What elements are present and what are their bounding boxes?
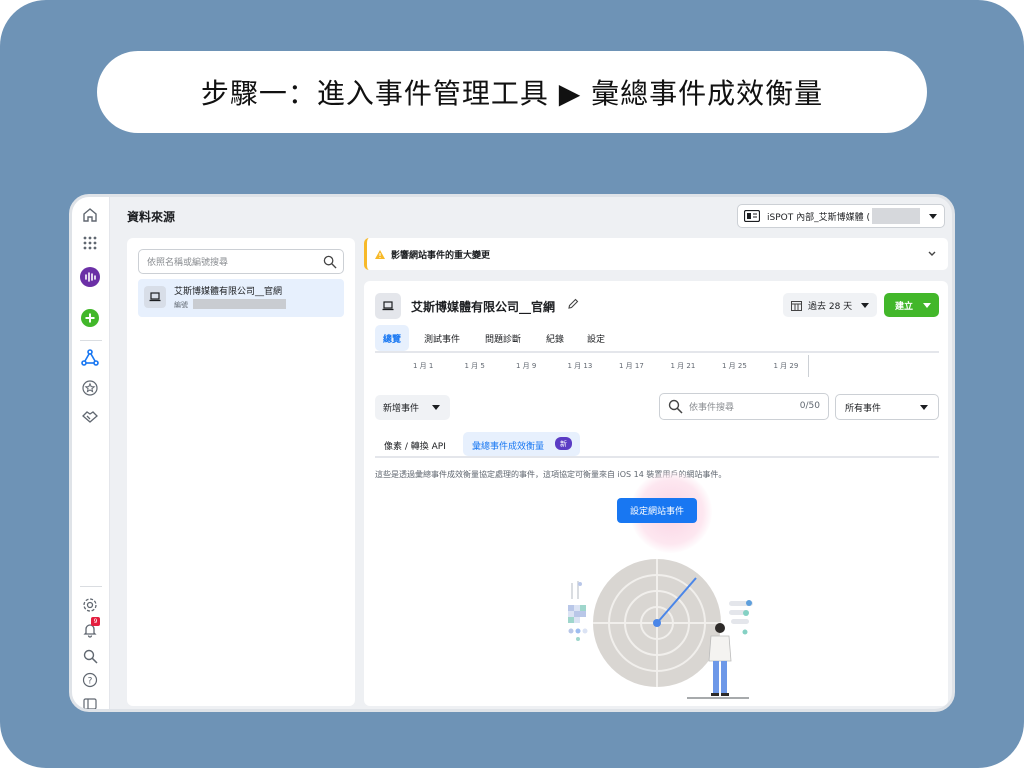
laptop-icon bbox=[144, 286, 166, 308]
subtab-pixel-conversions-api[interactable]: 像素 / 轉換 API bbox=[384, 439, 446, 452]
handshake-icon[interactable] bbox=[80, 407, 100, 427]
data-source-search-input[interactable]: 依照名稱或編號搜尋 bbox=[138, 249, 344, 274]
timeline-tick-label: 1 月 9 bbox=[516, 362, 537, 370]
subtab-aem-label: 彙總事件成效衡量 bbox=[472, 442, 545, 452]
date-range-label: 過去 28 天 bbox=[808, 301, 853, 312]
rail-divider-bottom bbox=[80, 586, 102, 587]
chevron-down-icon bbox=[920, 405, 928, 410]
date-range-selector[interactable]: 過去 28 天 bbox=[783, 293, 877, 317]
timeline-tick-label: 1 月 29 bbox=[773, 362, 799, 370]
timeline-end-marker bbox=[808, 355, 809, 377]
slide-title-text: 步驟一：進入事件管理工具 ▶ 彙總事件成效衡量 bbox=[200, 77, 824, 110]
tab-history[interactable]: 紀錄 bbox=[546, 332, 564, 345]
data-grid-left bbox=[568, 581, 588, 641]
pixel-detail-panel: 艾斯博媒體有限公司__官網 過去 28 天 建立 總覽 測試事件 問題診斷 紀錄… bbox=[364, 281, 948, 706]
analytics-icon[interactable] bbox=[80, 267, 100, 287]
add-icon[interactable] bbox=[80, 308, 100, 328]
business-icon bbox=[744, 210, 760, 222]
configure-web-events-label: 設定網站事件 bbox=[629, 507, 684, 517]
expand-chevron-icon bbox=[928, 251, 936, 256]
notification-badge: 9 bbox=[91, 617, 100, 626]
search-icon bbox=[668, 399, 683, 414]
bell-icon[interactable]: 9 bbox=[80, 617, 100, 640]
edit-pencil-icon[interactable] bbox=[567, 298, 579, 310]
event-filter-label: 所有事件 bbox=[845, 403, 882, 414]
slide-title: 步驟一：進入事件管理工具 ▶ 彙總事件成效衡量 bbox=[97, 51, 927, 133]
timeline-tick-label: 1 月 5 bbox=[464, 362, 485, 370]
data-dots-right bbox=[729, 600, 753, 635]
event-search-placeholder: 依事件搜尋 bbox=[689, 403, 735, 413]
search-icon[interactable] bbox=[80, 646, 100, 666]
events-manager-window: 9 ? 資料來源 iSPOT 內部_艾斯博媒體 (依照名稱或編號搜尋 艾斯博媒… bbox=[69, 194, 955, 712]
data-source-panel: 依照名稱或編號搜尋 艾斯博媒體有限公司__官網 編號 bbox=[127, 238, 355, 706]
add-event-button[interactable]: 新增事件 bbox=[375, 395, 450, 420]
add-event-label: 新增事件 bbox=[383, 404, 420, 414]
redacted-block bbox=[871, 208, 920, 224]
tabs-divider bbox=[375, 351, 939, 353]
data-source-name: 艾斯博媒體有限公司__官網 bbox=[174, 287, 283, 297]
data-source-item[interactable]: 艾斯博媒體有限公司__官網 編號 bbox=[138, 279, 344, 317]
timeline-tick-label: 1 月 21 bbox=[670, 362, 696, 370]
tab-diagnostics[interactable]: 問題診斷 bbox=[485, 332, 521, 345]
event-search-input[interactable]: 依事件搜尋 0/50 bbox=[659, 393, 829, 420]
chevron-down-icon bbox=[929, 214, 937, 219]
subtabs-divider bbox=[375, 456, 939, 458]
page-title: 資料來源 bbox=[127, 210, 176, 224]
configure-web-events-button[interactable]: 設定網站事件 bbox=[617, 498, 697, 523]
redacted-id bbox=[193, 299, 286, 309]
warning-banner[interactable]: 影響網站事件的重大變更 bbox=[364, 238, 948, 270]
chevron-down-icon bbox=[861, 303, 869, 308]
account-label: iSPOT 內部_艾斯博媒體 ( bbox=[767, 212, 870, 223]
search-icon bbox=[323, 255, 337, 269]
top-bar: 資料來源 iSPOT 內部_艾斯博媒體 ( bbox=[110, 197, 952, 235]
grid-menu-icon[interactable] bbox=[80, 233, 100, 253]
tab-settings[interactable]: 設定 bbox=[587, 332, 605, 345]
timeline-tick-label: 1 月 25 bbox=[722, 362, 747, 370]
home-icon[interactable] bbox=[80, 205, 100, 225]
data-source-id-label: 編號 bbox=[174, 301, 188, 309]
chevron-down-icon bbox=[432, 405, 440, 410]
tab-test-events[interactable]: 測試事件 bbox=[424, 332, 460, 345]
events-manager-icon[interactable] bbox=[80, 348, 100, 368]
laptop-icon bbox=[375, 293, 401, 319]
create-label: 建立 bbox=[895, 301, 914, 312]
pixel-name: 艾斯博媒體有限公司__官網 bbox=[411, 300, 556, 314]
slide-frame: 步驟一：進入事件管理工具 ▶ 彙總事件成效衡量 9 ? 資料來源 iSPOT 內… bbox=[0, 0, 1024, 768]
settings-icon[interactable] bbox=[80, 595, 100, 615]
svg-text:?: ? bbox=[88, 677, 93, 687]
event-filter-dropdown[interactable]: 所有事件 bbox=[835, 394, 939, 420]
tab-overview-label: 總覽 bbox=[383, 335, 402, 345]
star-icon[interactable] bbox=[80, 378, 100, 398]
sidebar-toggle-icon[interactable] bbox=[80, 694, 100, 709]
timeline-tick-label: 1 月 17 bbox=[619, 362, 644, 370]
timeline-tick-label: 1 月 1 bbox=[413, 362, 434, 370]
create-button[interactable]: 建立 bbox=[884, 293, 939, 317]
rail-divider bbox=[80, 340, 102, 341]
event-search-count: 0/50 bbox=[799, 401, 820, 411]
icon-rail: 9 ? bbox=[72, 197, 110, 709]
chevron-down-icon bbox=[923, 303, 931, 308]
banner-text: 影響網站事件的重大變更 bbox=[391, 250, 491, 261]
warning-icon bbox=[375, 249, 385, 259]
new-badge: 新 bbox=[555, 437, 572, 450]
calendar-icon bbox=[791, 300, 802, 311]
account-selector[interactable]: iSPOT 內部_艾斯博媒體 ( bbox=[737, 204, 945, 228]
search-placeholder: 依照名稱或編號搜尋 bbox=[147, 258, 229, 268]
help-icon[interactable]: ? bbox=[80, 670, 100, 690]
timeline-tick-label: 1 月 13 bbox=[567, 362, 593, 370]
